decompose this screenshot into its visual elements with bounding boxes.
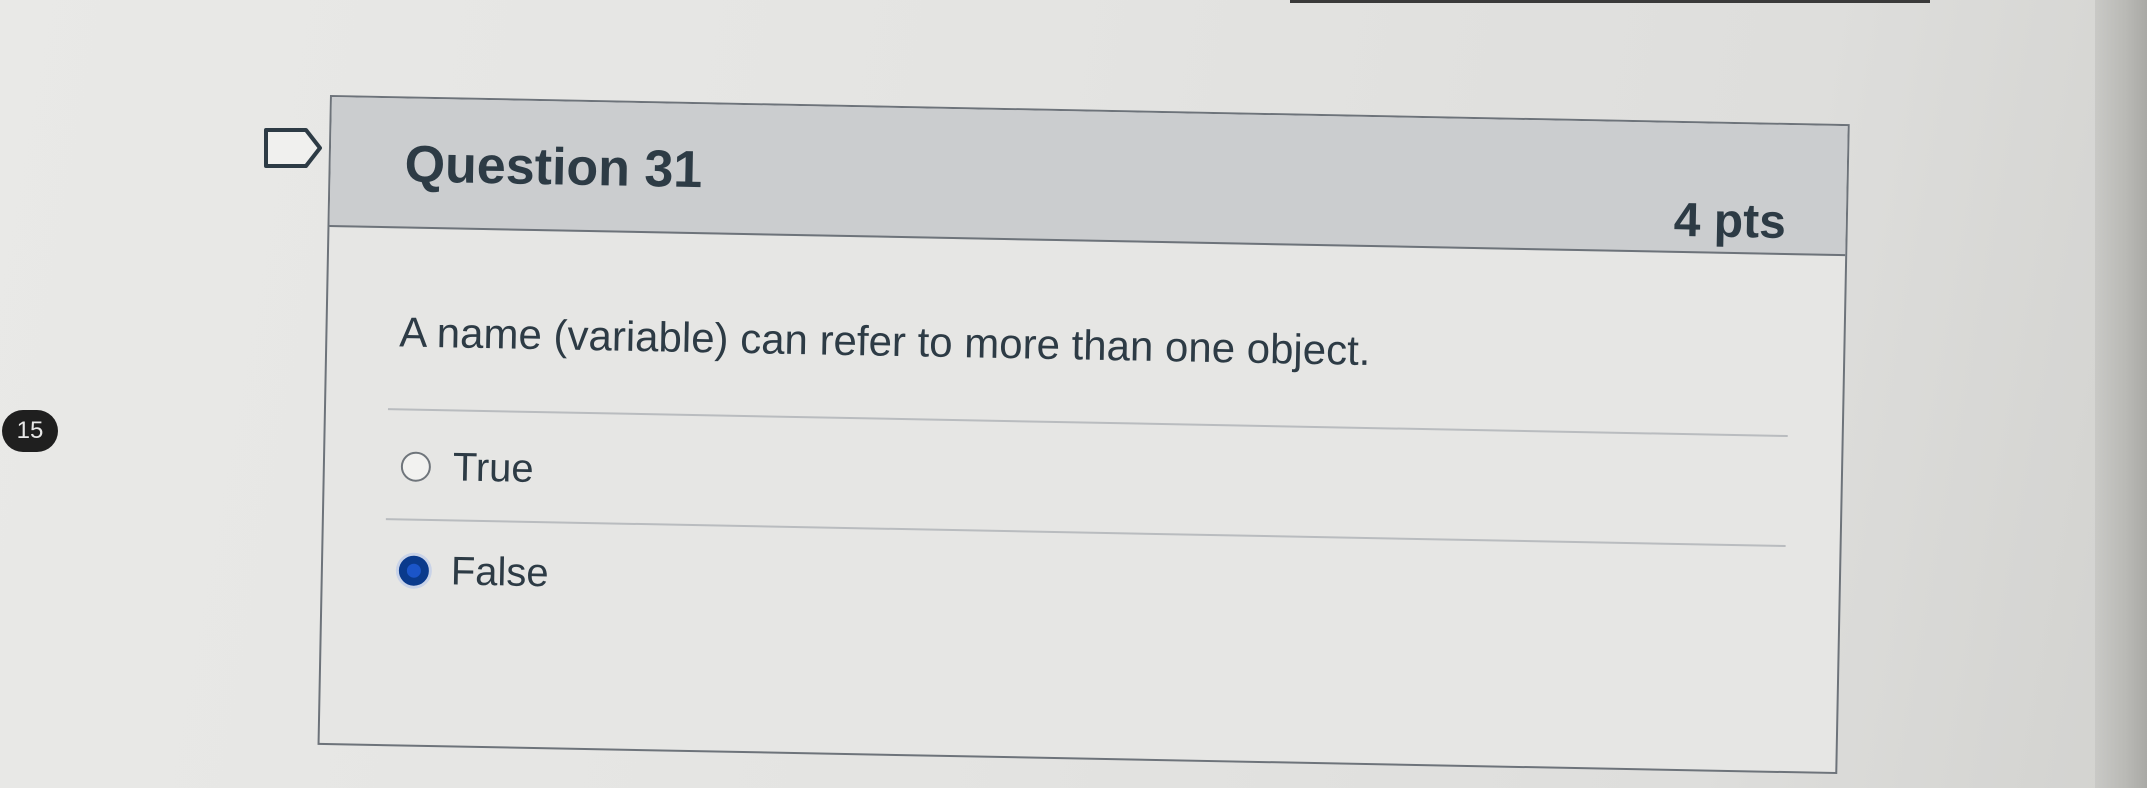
answers-middle-divider — [385, 518, 1786, 548]
question-header: Question 31 4 pts — [329, 97, 1848, 257]
flag-question-icon[interactable] — [262, 126, 324, 175]
answer-label-true: True — [452, 444, 535, 491]
radio-true[interactable] — [400, 451, 432, 483]
answer-option-true[interactable]: True — [400, 436, 534, 499]
question-text: A name (variable) can refer to more than… — [399, 308, 1371, 375]
question-card: Question 31 4 pts A name (variable) can … — [317, 95, 1850, 775]
top-divider — [1290, 0, 1930, 3]
question-title: Question 31 — [404, 135, 703, 200]
answer-label-false: False — [450, 548, 550, 595]
question-points: 4 pts — [1673, 193, 1787, 249]
screen-edge — [2095, 0, 2147, 788]
page-number-badge: 15 — [2, 410, 58, 452]
answers-top-divider — [387, 408, 1788, 438]
answer-option-false[interactable]: False — [398, 540, 549, 603]
radio-false[interactable] — [398, 555, 430, 586]
